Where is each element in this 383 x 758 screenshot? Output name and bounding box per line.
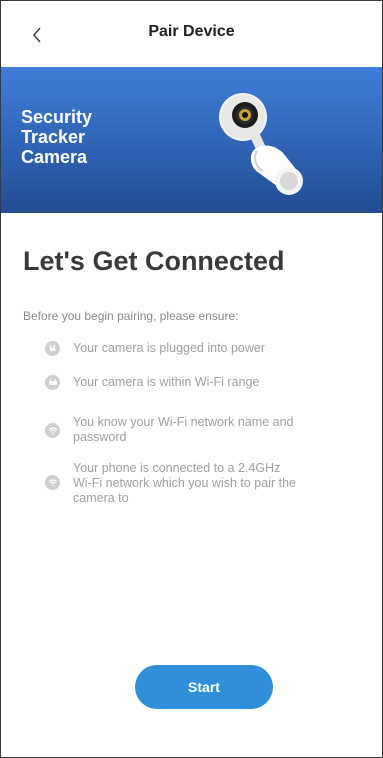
security-camera-icon (219, 93, 303, 195)
page-title: Pair Device (148, 23, 235, 40)
list-item-text: Your camera is plugged into power (73, 341, 266, 355)
top-bar: Pair Device (1, 1, 382, 67)
product-name-line-2: Tracker (21, 127, 86, 147)
wifi-icon (45, 475, 60, 490)
wifi-icon (45, 423, 60, 438)
intro-text: Before you begin pairing, please ensure: (23, 309, 239, 323)
main-heading: Let's Get Connected (23, 246, 285, 276)
wifi-router-icon (45, 375, 60, 390)
list-item-text-line-2: Wi-Fi network which you wish to pair the (73, 476, 296, 490)
screen: Pair Device Security Tracker Camera Let'… (0, 0, 383, 758)
requirements-list: Your camera is plugged into power Your c… (45, 341, 365, 521)
product-banner: Security Tracker Camera (1, 67, 382, 213)
list-item: You know your Wi-Fi network name and pas… (45, 415, 365, 461)
list-item-text-line-2: password (73, 430, 127, 444)
list-item: Your camera is within Wi-Fi range (45, 375, 365, 415)
product-name-line-3: Camera (21, 147, 88, 167)
list-item: Your camera is plugged into power (45, 341, 365, 375)
list-item: Your phone is connected to a 2.4GHz Wi-F… (45, 461, 365, 521)
product-name-line-1: Security (21, 107, 93, 127)
start-button[interactable]: Start (135, 665, 273, 709)
list-item-text: Your camera is within Wi-Fi range (73, 375, 260, 389)
product-name: Security Tracker Camera (21, 107, 92, 167)
list-item-text-line-1: Your phone is connected to a 2.4GHz (73, 461, 281, 475)
plug-icon (45, 341, 60, 356)
list-item-text-line-1: You know your Wi-Fi network name and (73, 415, 294, 429)
list-item-text-line-3: camera to (73, 491, 129, 505)
